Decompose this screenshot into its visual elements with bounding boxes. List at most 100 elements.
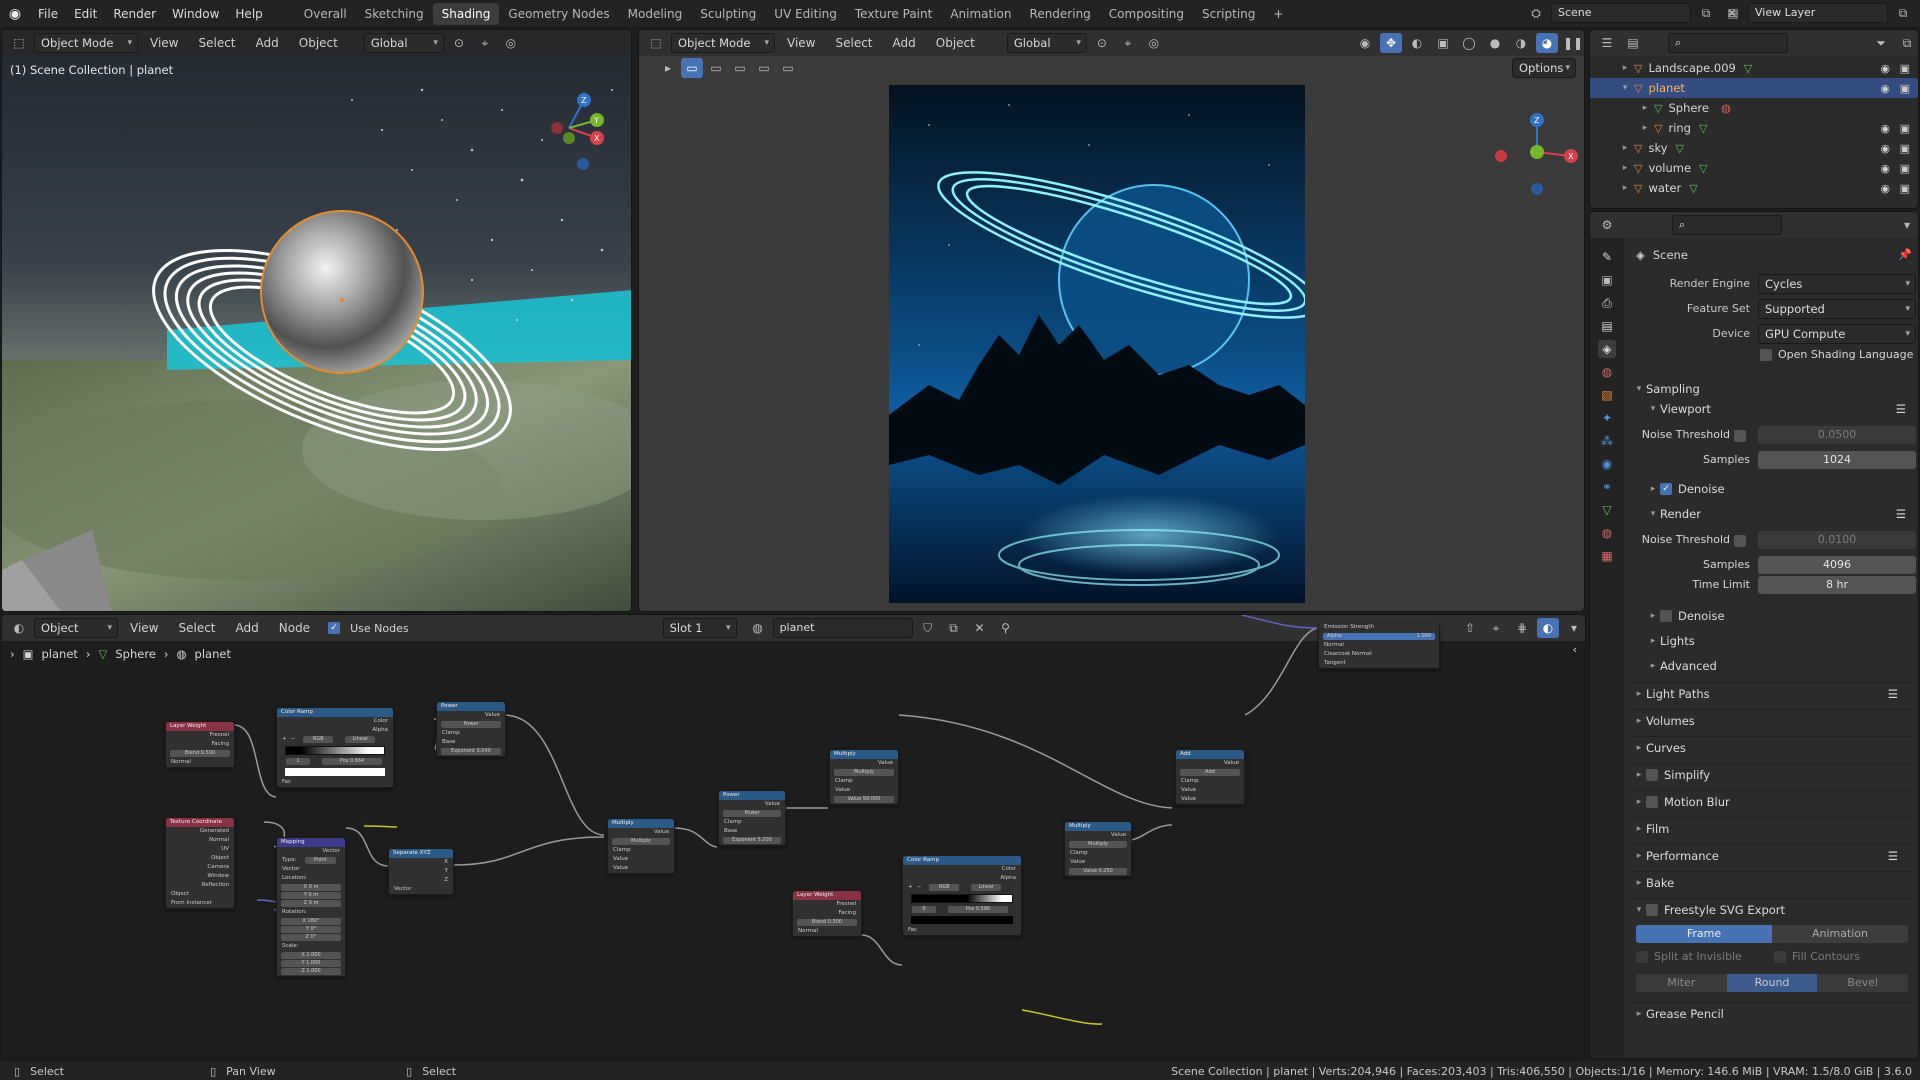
workspace-tab-overall[interactable]: Overall	[295, 3, 356, 25]
properties-search-input[interactable]: ⌕	[1672, 215, 1782, 235]
clamp-checkbox[interactable]: Clamp	[830, 777, 898, 786]
split-invisible-row[interactable]: Split at Invisible	[1636, 950, 1742, 963]
location-x-field[interactable]: X 0 m	[281, 884, 341, 891]
add-stop-icon[interactable]: +	[282, 735, 287, 744]
device-dropdown[interactable]: GPU Compute	[1758, 324, 1916, 344]
render-camera-icon[interactable]: ▣	[1900, 162, 1910, 175]
output-tab-icon[interactable]: ⎙	[1598, 294, 1616, 312]
menu-object[interactable]: Object	[291, 36, 346, 50]
world-tab-icon[interactable]: ◍	[1598, 363, 1616, 381]
particles-tab-icon[interactable]: ⁂	[1598, 432, 1616, 450]
grease-pencil-panel[interactable]: ▸ Grease Pencil	[1632, 1002, 1916, 1024]
film-panel[interactable]: ▸ Film	[1632, 817, 1916, 839]
node-power-1[interactable]: Power Value Power Clamp Base Exponent 3.…	[436, 701, 506, 757]
wireframe-shading-icon[interactable]: ◯	[1458, 33, 1480, 53]
data-tab-icon[interactable]: ▽	[1598, 501, 1616, 519]
shader-node-editor[interactable]: ◐ Object View Select Add Node ✓ Use Node…	[1, 614, 1586, 1059]
expand-icon[interactable]: ▸	[1618, 183, 1632, 193]
node-layer-weight-2[interactable]: Layer Weight Fresnel Facing Blend 0.500 …	[792, 890, 862, 937]
simplify-panel[interactable]: ▸ Simplify	[1632, 763, 1916, 785]
scale-y-field[interactable]: Y 1.000	[281, 960, 341, 967]
presets-icon[interactable]: ☰	[1896, 402, 1906, 416]
solid-shading-icon[interactable]: ●	[1484, 33, 1506, 53]
render-tab-icon[interactable]: ▣	[1598, 271, 1616, 289]
stop-color-swatch[interactable]	[911, 916, 1013, 924]
visibility-eye-icon[interactable]: ◉	[1880, 142, 1890, 155]
view-layer-tab-icon[interactable]: ▤	[1598, 317, 1616, 335]
visibility-eye-icon[interactable]: ◉	[1880, 162, 1890, 175]
render-denoise-row[interactable]: ▸ Denoise	[1646, 605, 1725, 627]
location-z-field[interactable]: Z 0 m	[281, 900, 341, 907]
node-principled-bsdf-partial[interactable]: Emission Strength Alpha 1.000 Normal Clea…	[1318, 623, 1440, 669]
mode-dropdown[interactable]: Object Mode	[671, 33, 775, 53]
stop-color-swatch[interactable]	[285, 768, 385, 776]
snap-icon[interactable]: ⌖	[474, 33, 496, 53]
node-layer-weight[interactable]: Layer Weight Fresnel Facing Blend 0.500 …	[165, 721, 235, 768]
osl-checkbox-row[interactable]: Open Shading Language	[1760, 348, 1913, 361]
exponent-field[interactable]: Exponent 3.040	[441, 748, 501, 755]
presets-icon[interactable]: ☰	[1888, 687, 1898, 701]
simplify-checkbox[interactable]	[1646, 768, 1658, 781]
clamp-checkbox[interactable]: Clamp	[608, 846, 674, 855]
operation-dropdown[interactable]: Power	[441, 721, 501, 728]
ramp-gradient[interactable]	[285, 746, 385, 755]
outliner-search-input[interactable]: ⌕	[1668, 33, 1788, 53]
node-separate-xyz[interactable]: Separate XYZ X Y Z Vector	[388, 848, 454, 895]
editor-type-icon[interactable]: ☰	[1596, 33, 1618, 53]
expand-icon[interactable]: ▸	[1638, 123, 1652, 133]
viewport-denoise-checkbox[interactable]: ✓	[1660, 483, 1672, 495]
rendered-shading-icon[interactable]: ◕	[1536, 33, 1558, 53]
filter-icon[interactable]: ⏷	[1870, 33, 1892, 53]
object-field[interactable]: Object	[166, 890, 234, 899]
snap-icon[interactable]: ⌖	[1117, 33, 1139, 53]
object-tab-icon[interactable]: ▧	[1598, 386, 1616, 404]
outliner-row-planet[interactable]: ▾ ▽ planet ◉ ▣	[1590, 78, 1918, 98]
expand-icon[interactable]: ▸	[1618, 143, 1632, 153]
stop-pos-field[interactable]: Pos 0.864	[322, 758, 382, 765]
new-collection-icon[interactable]: ⧉	[1896, 33, 1918, 53]
navigation-gizmo-right[interactable]: Z X	[1489, 90, 1579, 200]
light-paths-panel[interactable]: ▸ Light Paths ☰	[1632, 682, 1916, 704]
workspace-tab-uv-editing[interactable]: UV Editing	[765, 3, 846, 25]
advanced-subpanel[interactable]: ▸ Advanced	[1646, 655, 1717, 677]
physics-tab-icon[interactable]: ◉	[1598, 455, 1616, 473]
blend-field[interactable]: Blend 0.500	[797, 919, 857, 926]
menu-add[interactable]: Add	[885, 36, 924, 50]
menu-window[interactable]: Window	[164, 7, 227, 21]
animation-button[interactable]: Animation	[1772, 925, 1908, 943]
select-box-invert-icon[interactable]: ▭	[753, 58, 775, 78]
clamp-checkbox[interactable]: Clamp	[1176, 777, 1244, 786]
pin-icon[interactable]: 📌	[1898, 248, 1912, 261]
operation-dropdown[interactable]: Multiply	[1069, 841, 1127, 848]
display-mode-icon[interactable]: ▤	[1622, 33, 1644, 53]
render-camera-icon[interactable]: ▣	[1900, 142, 1910, 155]
proportional-edit-icon[interactable]: ◎	[1143, 33, 1165, 53]
collapse-icon[interactable]: ▾	[1618, 83, 1632, 93]
workspace-tab-rendering[interactable]: Rendering	[1021, 3, 1100, 25]
viewport-noise-threshold-field[interactable]: 0.0500	[1758, 426, 1916, 444]
frame-button[interactable]: Frame	[1636, 925, 1772, 943]
render-camera-icon[interactable]: ▣	[1900, 62, 1910, 75]
from-instancer-checkbox[interactable]: From Instancer	[166, 899, 234, 908]
new-view-layer-icon[interactable]: ⧉	[1892, 3, 1914, 23]
rotation-z-field[interactable]: Z 0°	[281, 934, 341, 941]
select-box-subtract-icon[interactable]: ▭	[729, 58, 751, 78]
outliner-row-volume[interactable]: ▸ ▽ volume ▽ ◉ ▣	[1590, 158, 1918, 178]
split-invisible-checkbox[interactable]	[1636, 950, 1648, 963]
clamp-checkbox[interactable]: Clamp	[437, 729, 505, 738]
pivot-icon[interactable]: ⊙	[1091, 33, 1113, 53]
select-box-extend-icon[interactable]: ▭	[705, 58, 727, 78]
menu-help[interactable]: Help	[227, 7, 270, 21]
render-engine-dropdown[interactable]: Cycles	[1758, 274, 1916, 294]
value-field[interactable]: Value 50.000	[834, 796, 894, 803]
viewport-samples-field[interactable]: 1024	[1758, 451, 1916, 469]
operation-dropdown[interactable]: Multiply	[834, 769, 894, 776]
orientation-dropdown[interactable]: Global	[363, 33, 444, 53]
bake-panel[interactable]: ▸ Bake	[1632, 871, 1916, 893]
render-noise-threshold-field[interactable]: 0.0100	[1758, 531, 1916, 549]
scene-tab-icon[interactable]: ◈	[1598, 340, 1616, 358]
add-stop-icon[interactable]: +	[908, 883, 913, 892]
workspace-tab-animation[interactable]: Animation	[941, 3, 1020, 25]
color-mode-dropdown[interactable]: RGB	[929, 884, 960, 891]
blender-logo-icon[interactable]: ◉	[0, 6, 30, 22]
